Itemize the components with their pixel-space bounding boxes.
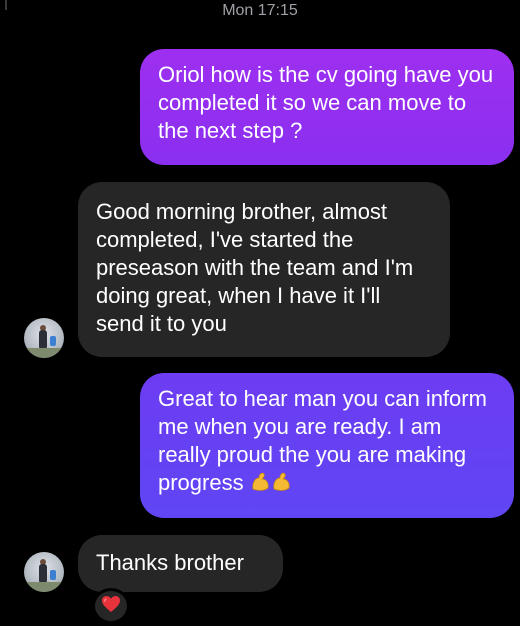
message-text: Thanks brother (96, 550, 244, 575)
flexed-biceps-icon (250, 469, 294, 500)
incoming-message-bubble[interactable]: Thanks brother (78, 535, 283, 592)
message-text: Good morning brother, almost completed, … (96, 199, 414, 336)
avatar-photo-figure (39, 330, 47, 348)
incoming-message-bubble[interactable]: Good morning brother, almost completed, … (78, 182, 450, 357)
outgoing-message-bubble[interactable]: Oriol how is the cv going have you compl… (140, 49, 514, 165)
outgoing-message-bubble[interactable]: Great to hear man you can inform me when… (140, 373, 514, 518)
message-text: Oriol how is the cv going have you compl… (158, 62, 494, 143)
message-reaction[interactable] (92, 588, 130, 624)
red-heart-icon (101, 595, 121, 618)
avatar-photo-ground (24, 348, 64, 358)
avatar-photo-ground (24, 582, 64, 592)
avatar[interactable] (24, 552, 64, 592)
message-text: Great to hear man you can inform me when… (158, 386, 487, 495)
message-timestamp: Mon 17:15 (222, 2, 298, 19)
avatar-photo-accent (50, 570, 56, 580)
chat-screen: Mon 17:15 Oriol how is the cv going have… (0, 0, 520, 626)
avatar-photo-figure (39, 564, 47, 582)
avatar-photo-accent (50, 336, 56, 346)
avatar[interactable] (24, 318, 64, 358)
